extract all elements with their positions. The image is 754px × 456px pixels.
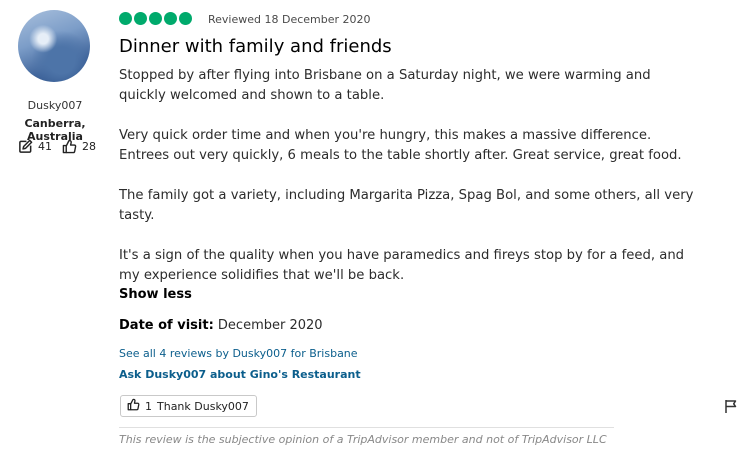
rating-bubble (134, 12, 147, 25)
rating-bubbles (119, 12, 194, 25)
review-paragraph: It's a sign of the quality when you have… (119, 248, 685, 283)
flag-icon[interactable] (724, 398, 738, 413)
reviewed-date: Reviewed 18 December 2020 (208, 13, 371, 26)
show-less-button[interactable]: Show less (119, 287, 192, 302)
rating-bubble (149, 12, 162, 25)
review-paragraph: Stopped by after flying into Brisbane on… (119, 68, 651, 103)
review-paragraph: The family got a variety, including Marg… (119, 188, 694, 223)
date-of-visit-value: December 2020 (217, 318, 323, 333)
review-title[interactable]: Dinner with family and friends (119, 36, 392, 57)
rating-bubble (164, 12, 177, 25)
divider (119, 427, 614, 428)
avatar[interactable] (18, 10, 90, 82)
ask-reviewer-link[interactable]: Ask Dusky007 about Gino's Restaurant (119, 368, 361, 381)
date-of-visit: Date of visit: December 2020 (119, 318, 323, 333)
review-paragraph: Very quick order time and when you're hu… (119, 128, 682, 163)
helpful-votes-count: 28 (82, 139, 96, 153)
contributions-count: 41 (38, 139, 52, 153)
date-of-visit-label: Date of visit: (119, 318, 214, 333)
thank-count: 1 (145, 399, 152, 413)
rating-bubble (179, 12, 192, 25)
reviewer-username[interactable]: Dusky007 (0, 99, 110, 112)
see-all-reviews-link[interactable]: See all 4 reviews by Dusky007 for Brisba… (119, 347, 358, 360)
reviewer-stats: 41 28 (18, 137, 106, 155)
thumbs-up-icon (127, 398, 145, 414)
thumbs-up-icon (62, 139, 77, 154)
rating-bubble (119, 12, 132, 25)
thank-label: Thank Dusky007 (157, 399, 249, 413)
pencil-edit-icon (18, 139, 33, 154)
review-disclaimer: This review is the subjective opinion of… (119, 433, 607, 446)
thank-button[interactable]: 1 Thank Dusky007 (120, 395, 257, 417)
